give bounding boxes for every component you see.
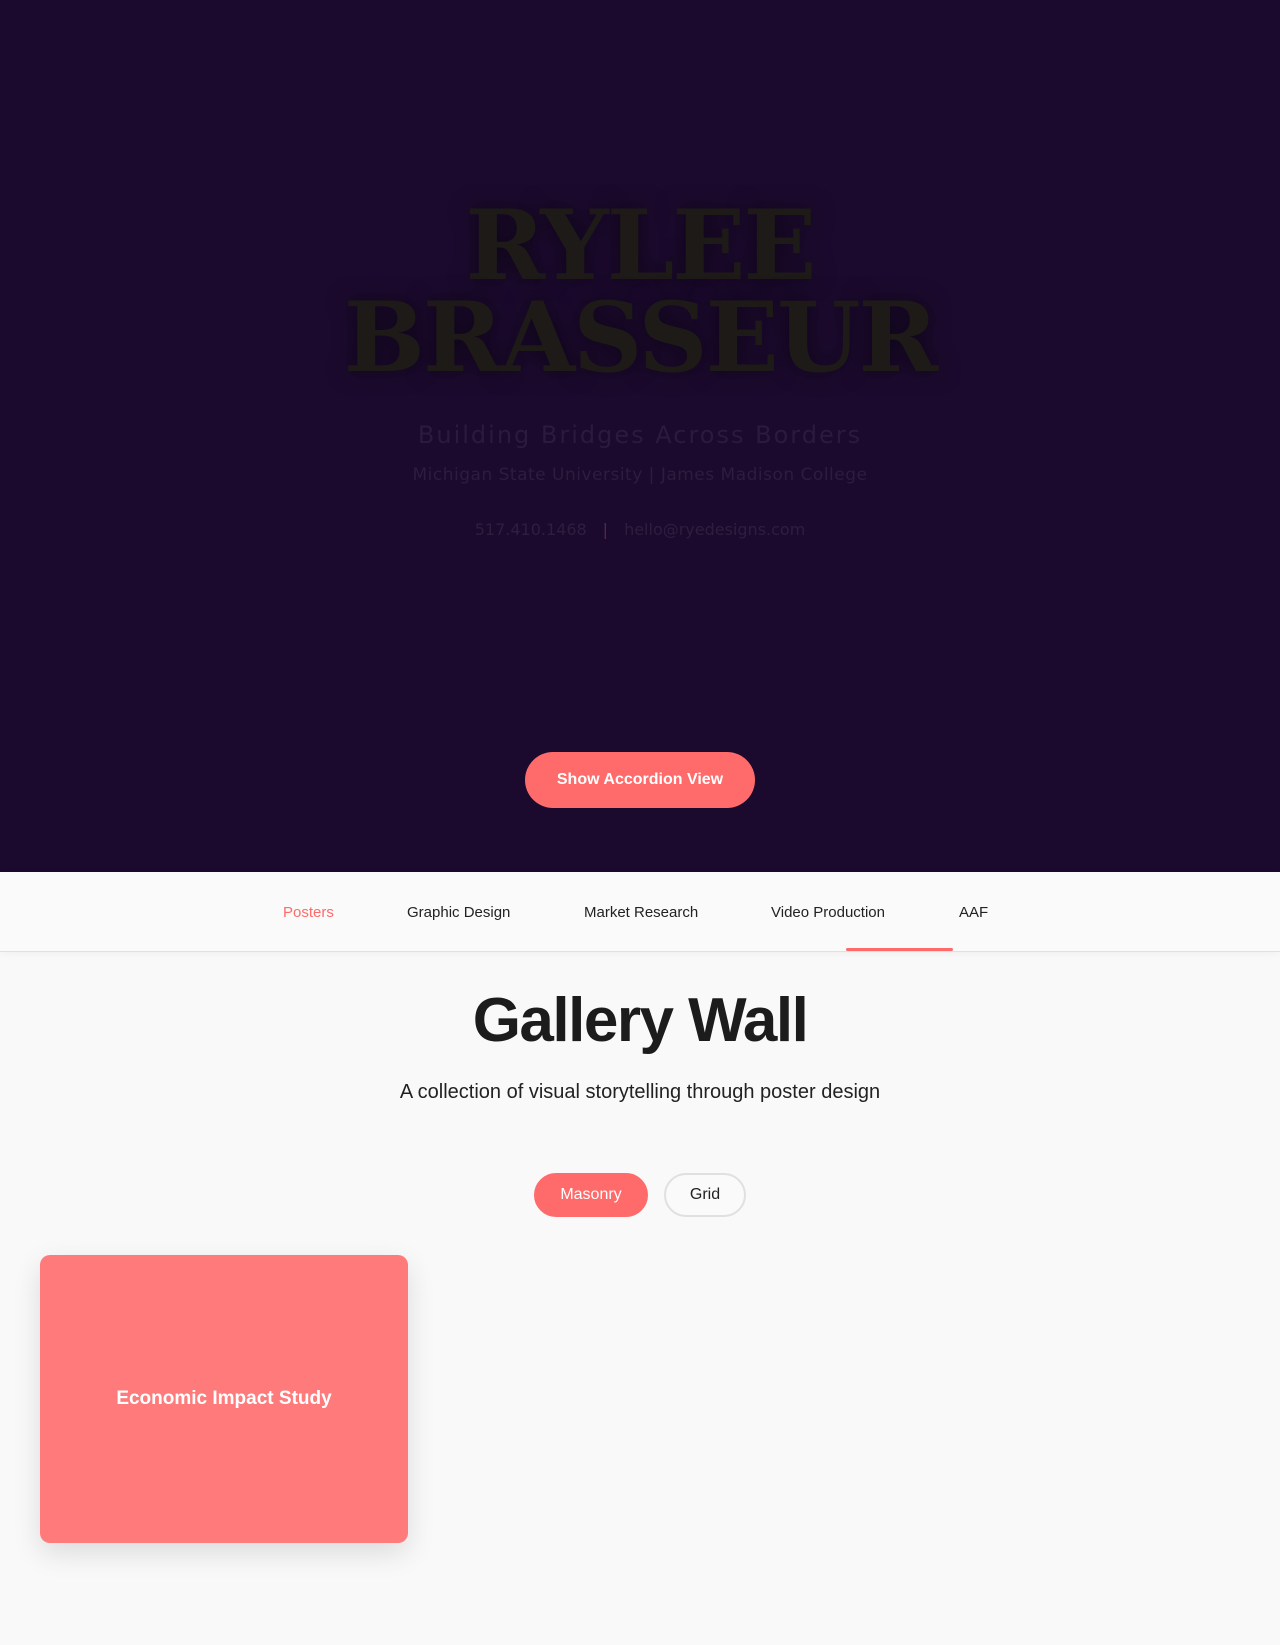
- hero-name: RYLEE BRASSEUR: [0, 189, 1280, 394]
- nav-tab-aaf[interactable]: AAF: [959, 872, 988, 952]
- category-nav: Posters Graphic Design Market Research V…: [0, 872, 1280, 952]
- nav-tab-graphic-design[interactable]: Graphic Design: [407, 872, 510, 952]
- grid-view-button[interactable]: Grid: [664, 1173, 746, 1217]
- poster-card[interactable]: Economic Impact Study: [40, 1255, 408, 1543]
- nav-active-indicator: [846, 948, 953, 951]
- hero-name-line1: RYLEE: [465, 189, 816, 302]
- contact-separator: |: [602, 520, 609, 539]
- hero-section: RYLEE BRASSEUR Building Bridges Across B…: [0, 0, 1280, 872]
- gallery-subtitle: A collection of visual storytelling thro…: [399, 1081, 881, 1103]
- nav-tab-video-production[interactable]: Video Production: [771, 872, 885, 952]
- gallery-title: Gallery Wall: [472, 986, 809, 1055]
- hero-tagline: Building Bridges Across Borders: [417, 421, 863, 449]
- phone-number[interactable]: 517.410.1468: [475, 520, 587, 539]
- show-accordion-view-button[interactable]: Show Accordion View: [525, 752, 755, 808]
- masonry-view-button[interactable]: Masonry: [534, 1173, 648, 1217]
- hero-contact: 517.410.1468 | hello@ryedesigns.com: [0, 520, 1280, 539]
- hero-name-line2: BRASSEUR: [343, 281, 939, 394]
- poster-title: Economic Impact Study: [116, 1388, 332, 1409]
- nav-tab-market-research[interactable]: Market Research: [584, 872, 698, 952]
- hero-school: Michigan State University | James Madiso…: [412, 465, 868, 485]
- nav-tab-posters[interactable]: Posters: [283, 872, 334, 952]
- email-link[interactable]: hello@ryedesigns.com: [624, 520, 805, 539]
